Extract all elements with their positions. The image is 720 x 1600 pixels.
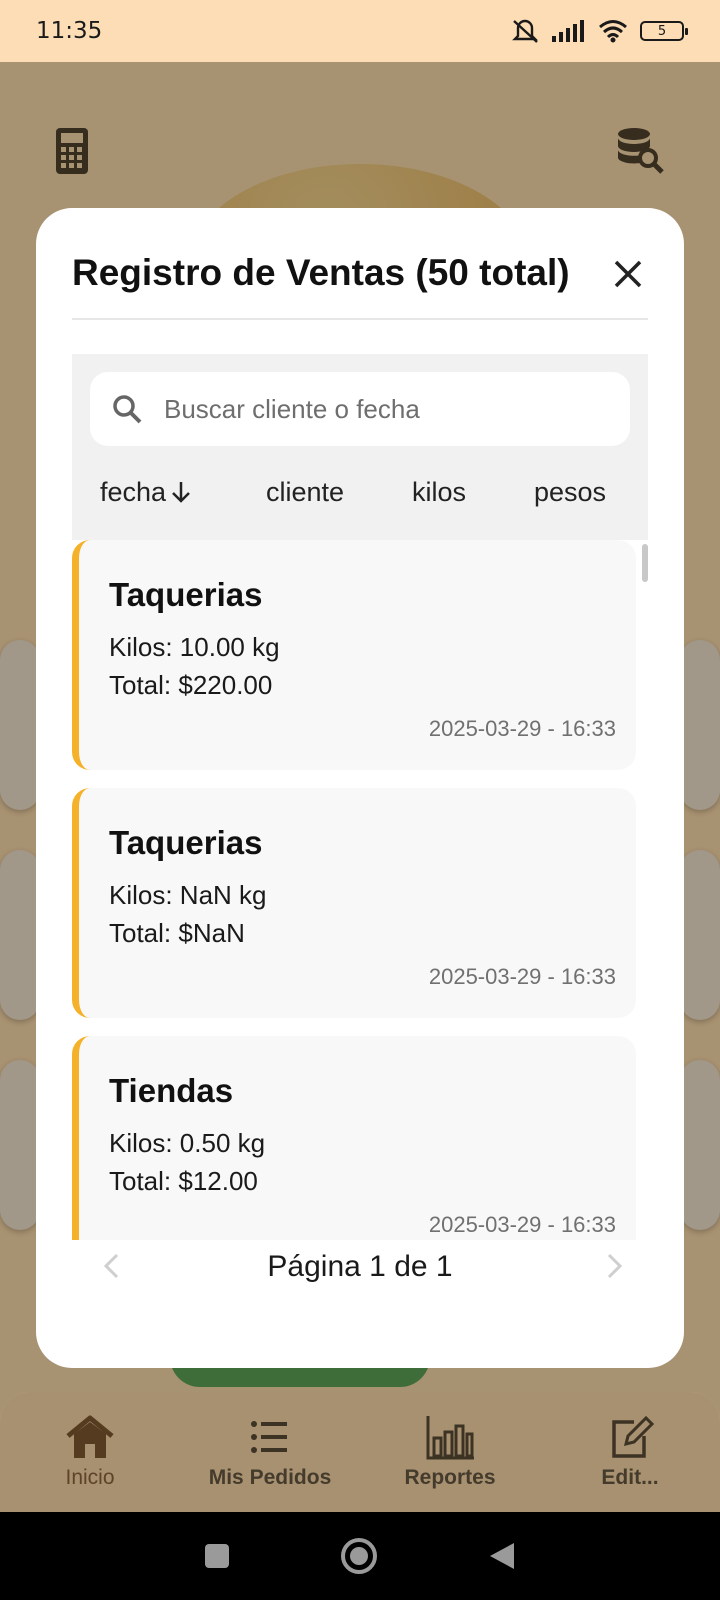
sort-by-fecha[interactable]: fecha (100, 477, 192, 508)
sale-card[interactable]: Tiendas Kilos: 0.50 kg Total: $12.00 202… (72, 1036, 636, 1240)
sale-card[interactable]: Taquerias Kilos: 10.00 kg Total: $220.00… (72, 540, 636, 770)
scrollbar[interactable] (642, 544, 648, 582)
battery-level: 5 (657, 23, 667, 39)
sale-kilos: Kilos: 0.50 kg (109, 1128, 266, 1158)
sale-client: Tiendas (109, 1072, 234, 1109)
sort-by-kilos[interactable]: kilos (412, 477, 466, 508)
close-button[interactable] (608, 254, 648, 294)
status-time: 11:35 (36, 18, 103, 44)
recents-icon[interactable] (204, 1543, 230, 1569)
system-navigation-bar (0, 1512, 720, 1600)
signal-icon (552, 20, 584, 42)
sales-registry-modal: Registro de Ventas (50 total) fecha clie… (36, 208, 684, 1368)
filter-panel: fecha cliente kilos pesos (72, 354, 648, 540)
divider (72, 318, 648, 320)
sale-total: Total: $NaN (109, 918, 245, 948)
sale-kilos: Kilos: 10.00 kg (109, 632, 280, 662)
home-button-icon[interactable] (340, 1537, 378, 1575)
sale-client: Taquerias (109, 824, 263, 861)
sort-label: fecha (100, 476, 167, 507)
chevron-right-icon[interactable] (606, 1252, 624, 1280)
pagination: Página 1 de 1 (72, 1232, 648, 1302)
search-icon (113, 395, 142, 424)
sale-client: Taquerias (109, 576, 263, 613)
modal-title: Registro de Ventas (50 total) (72, 252, 570, 293)
sale-kilos: Kilos: NaN kg (109, 880, 267, 910)
sort-label: pesos (534, 476, 607, 507)
sort-label: cliente (266, 476, 345, 507)
wifi-icon (599, 20, 627, 43)
close-icon (614, 260, 642, 288)
search-input[interactable] (164, 393, 584, 425)
page-indicator: Página 1 de 1 (267, 1250, 453, 1283)
sort-by-cliente[interactable]: cliente (266, 477, 344, 508)
sale-date: 2025-03-29 - 16:33 (428, 716, 616, 741)
sales-list[interactable]: Taquerias Kilos: 10.00 kg Total: $220.00… (72, 540, 648, 1240)
sort-options: fecha cliente kilos pesos (72, 466, 648, 518)
arrow-down-icon (172, 482, 190, 503)
sort-by-pesos[interactable]: pesos (534, 477, 606, 508)
sale-total: Total: $12.00 (109, 1166, 258, 1196)
sale-total: Total: $220.00 (109, 670, 273, 700)
chevron-left-icon[interactable] (102, 1252, 120, 1280)
battery-icon: 5 (640, 21, 688, 41)
nav-dim-overlay (0, 1392, 720, 1512)
mute-icon (512, 19, 538, 43)
search-box[interactable] (90, 372, 630, 446)
status-bar: 11:35 5 (0, 0, 720, 62)
sale-card[interactable]: Taquerias Kilos: NaN kg Total: $NaN 2025… (72, 788, 636, 1018)
sort-label: kilos (412, 476, 467, 507)
status-icons: 5 (510, 18, 688, 44)
back-icon[interactable] (488, 1541, 516, 1571)
sale-date: 2025-03-29 - 16:33 (428, 964, 616, 989)
